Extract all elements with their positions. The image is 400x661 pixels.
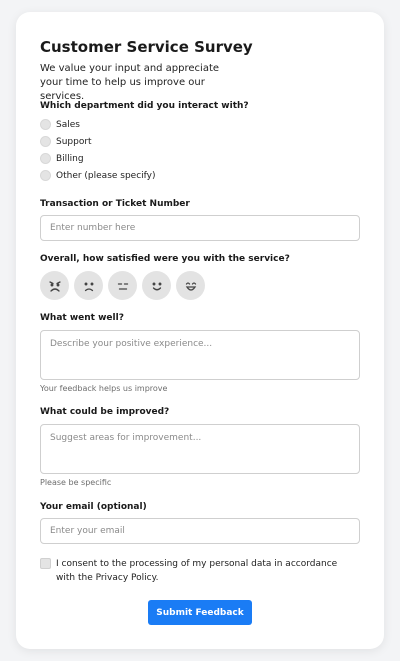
radio-label: Billing bbox=[56, 153, 84, 164]
consent-text: I consent to the processing of my person… bbox=[56, 559, 338, 583]
neutral-icon[interactable] bbox=[108, 271, 137, 300]
radio-label: Sales bbox=[56, 119, 80, 130]
went-well-hint: Your feedback helps us improve bbox=[40, 384, 168, 393]
radio-label: Other (please specify) bbox=[56, 170, 156, 181]
went-well-textarea[interactable]: Describe your positive experience... bbox=[40, 330, 360, 380]
very-dissatisfied-icon[interactable] bbox=[40, 271, 69, 300]
submit-button[interactable]: Submit Feedback bbox=[148, 600, 252, 625]
improve-textarea[interactable]: Suggest areas for improvement... bbox=[40, 424, 360, 474]
satisfaction-question: Overall, how satisfied were you with the… bbox=[40, 254, 290, 264]
transaction-placeholder: Enter number here bbox=[50, 223, 136, 233]
radio-button[interactable] bbox=[40, 153, 51, 164]
email-label: Your email (optional) bbox=[40, 502, 147, 512]
transaction-input[interactable]: Enter number here bbox=[40, 215, 360, 241]
went-well-placeholder: Describe your positive experience... bbox=[50, 339, 213, 349]
improve-placeholder: Suggest areas for improvement... bbox=[50, 433, 202, 443]
transaction-label: Transaction or Ticket Number bbox=[40, 199, 190, 209]
radio-option-other[interactable]: Other (please specify) bbox=[40, 170, 156, 181]
page-title: Customer Service Survey bbox=[40, 38, 253, 56]
improve-hint: Please be specific bbox=[40, 478, 112, 487]
satisfied-icon[interactable] bbox=[142, 271, 171, 300]
radio-button[interactable] bbox=[40, 136, 51, 147]
radio-label: Support bbox=[56, 136, 92, 147]
email-input[interactable]: Enter your email bbox=[40, 518, 360, 544]
radio-option-support[interactable]: Support bbox=[40, 136, 92, 147]
consent-checkbox[interactable] bbox=[40, 558, 51, 569]
dissatisfied-icon[interactable] bbox=[74, 271, 103, 300]
radio-button[interactable] bbox=[40, 119, 51, 130]
email-placeholder: Enter your email bbox=[50, 526, 125, 536]
very-satisfied-icon[interactable] bbox=[176, 271, 205, 300]
satisfaction-rating bbox=[40, 271, 205, 300]
improve-label: What could be improved? bbox=[40, 407, 170, 417]
went-well-label: What went well? bbox=[40, 313, 124, 323]
radio-option-sales[interactable]: Sales bbox=[40, 119, 80, 130]
intro-text: We value your input and appreciate your … bbox=[40, 63, 220, 102]
consent-row[interactable]: I consent to the processing of my person… bbox=[40, 557, 356, 585]
radio-option-billing[interactable]: Billing bbox=[40, 153, 84, 164]
radio-button[interactable] bbox=[40, 170, 51, 181]
department-question: Which department did you interact with? bbox=[40, 101, 249, 111]
